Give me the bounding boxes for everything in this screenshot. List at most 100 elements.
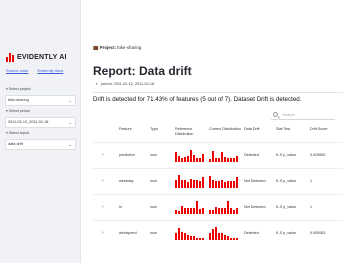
histogram-bar xyxy=(211,228,215,240)
expand-row-cell[interactable]: › xyxy=(93,193,119,220)
histogram xyxy=(175,149,209,162)
histogram-bar xyxy=(214,181,218,188)
histogram-bar xyxy=(189,207,193,214)
histogram-bar xyxy=(226,236,230,240)
reference-distribution xyxy=(175,193,209,220)
column-header: Drift Score xyxy=(310,127,328,131)
data-drift-status: Not Detected xyxy=(244,193,276,220)
source-code-link[interactable]: Source code xyxy=(6,68,28,73)
histogram-bar xyxy=(186,156,190,162)
histogram-bar xyxy=(211,180,215,188)
histogram-bar xyxy=(217,157,221,162)
histogram-bar xyxy=(175,210,178,214)
search-input[interactable]: Search xyxy=(271,111,335,120)
histogram-bar xyxy=(223,235,227,240)
histogram-bar xyxy=(177,155,181,162)
histogram-bar xyxy=(192,179,196,188)
feature-name: windspeed xyxy=(119,219,150,246)
stat-test: K-S p_value xyxy=(276,193,310,220)
table-row[interactable]: › weekday num Not Detected K-S p_value 1 xyxy=(93,167,343,194)
reference-distribution xyxy=(175,141,209,168)
period-select[interactable]: 2011-02-12_2011-02-18 ⌄ xyxy=(5,117,76,128)
histogram xyxy=(209,227,244,240)
expand-row-cell[interactable]: › xyxy=(93,141,119,168)
histogram xyxy=(175,201,209,214)
histogram-bar xyxy=(229,158,233,162)
chevron-right-icon[interactable]: › xyxy=(93,204,104,210)
histogram-bar xyxy=(195,237,199,240)
histogram-bar xyxy=(217,181,221,188)
histogram-bar xyxy=(220,151,224,162)
sidebar: EVIDENTLY AI Source code Evidently docs … xyxy=(0,0,81,263)
chevron-right-icon[interactable]: › xyxy=(93,230,104,236)
current-distribution xyxy=(209,193,244,220)
histogram-bar xyxy=(201,238,205,240)
histogram-bar xyxy=(183,179,187,188)
histogram xyxy=(209,175,244,188)
histogram-bar xyxy=(175,232,178,240)
page-title: Report: Data drift xyxy=(93,64,192,78)
histogram-bar xyxy=(201,176,205,188)
histogram-bar xyxy=(226,201,230,214)
histogram-bar xyxy=(235,155,239,162)
chevron-right-icon[interactable]: › xyxy=(93,178,104,184)
stat-test: K-S p_value xyxy=(276,167,310,194)
histogram-bar xyxy=(180,231,184,240)
feature-type: num xyxy=(150,193,175,220)
histogram-bar xyxy=(229,207,233,214)
search-icon xyxy=(273,112,278,117)
histogram-bar xyxy=(192,155,196,162)
histogram-bar xyxy=(229,181,233,188)
expand-row-cell[interactable]: › xyxy=(93,219,119,246)
histogram-bar xyxy=(198,238,202,240)
histogram-bar xyxy=(201,154,205,162)
histogram-bar xyxy=(177,210,181,214)
table-row[interactable]: › windspeed num Detected K-S p_value 0.000083 xyxy=(93,219,343,246)
histogram-bar xyxy=(220,180,224,188)
histogram-bar xyxy=(180,157,184,162)
stat-test: K-S p_value xyxy=(276,141,310,168)
period-expander[interactable]: ▼ period: 2011-02-12_2011-02-18 xyxy=(95,82,154,86)
column-header: Reference Distribution xyxy=(175,127,194,136)
feature-name: prediction xyxy=(119,141,150,168)
histogram xyxy=(175,175,209,188)
table-row[interactable]: › hr num Not Detected K-S p_value 1 xyxy=(93,193,343,220)
table-row[interactable]: › prediction num Detected K-S p_value 0.02965… xyxy=(93,141,343,168)
feature-type: num xyxy=(150,167,175,194)
histogram-bar xyxy=(198,209,202,214)
histogram-bar xyxy=(189,235,193,240)
column-header: Type xyxy=(150,127,158,131)
histogram-bar xyxy=(192,236,196,240)
chevron-right-icon[interactable]: › xyxy=(93,152,104,158)
main-content: 💼 Project: bike-sharing Report: Data dri… xyxy=(82,0,350,263)
histogram-bar xyxy=(226,157,230,162)
data-drift-status: Detected xyxy=(244,219,276,246)
drift-score: 1 xyxy=(310,193,343,220)
histogram-bar xyxy=(177,228,181,240)
histogram-bar xyxy=(183,207,187,214)
histogram-bar xyxy=(232,209,236,214)
column-header: Current Distribution xyxy=(209,127,241,131)
project-heading: 💼 Project: bike-sharing xyxy=(93,45,142,50)
report-select[interactable]: data drift ⌄ xyxy=(5,139,76,150)
dropdown-caret-icon: ⌄ xyxy=(68,98,72,103)
project-select[interactable]: bike-sharing ⌄ xyxy=(5,95,76,106)
select-period-label: ▾ Select period xyxy=(6,109,30,113)
stat-test: K-S p_value xyxy=(276,219,310,246)
histogram-bar xyxy=(180,179,184,188)
histogram-bar xyxy=(209,233,212,240)
histogram-bar xyxy=(217,232,221,240)
data-drift-status: Not Detected xyxy=(244,167,276,194)
expand-row-cell[interactable]: › xyxy=(93,167,119,194)
data-drift-status: Detected xyxy=(244,141,276,168)
feature-name: weekday xyxy=(119,167,150,194)
evidently-docs-link[interactable]: Evidently docs xyxy=(37,68,63,73)
histogram-bar xyxy=(223,181,227,188)
drift-score: 1 xyxy=(310,167,343,194)
histogram-bar xyxy=(183,233,187,240)
histogram-bar xyxy=(235,207,239,214)
histogram-bar xyxy=(211,151,215,162)
histogram xyxy=(209,149,244,162)
drift-table: Feature Type Reference Distribution Curr… xyxy=(93,124,343,246)
histogram-bar xyxy=(195,180,199,188)
